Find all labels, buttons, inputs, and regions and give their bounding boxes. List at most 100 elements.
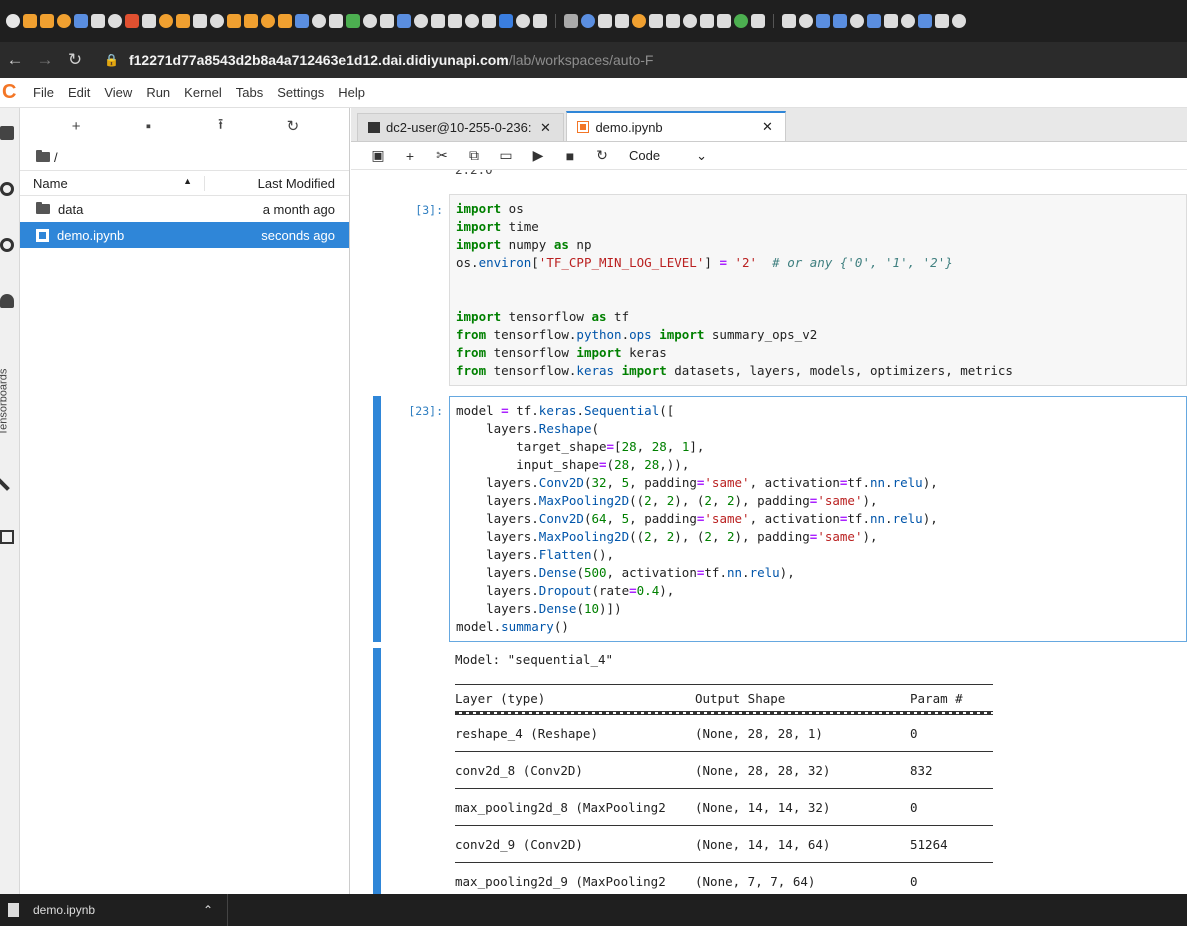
close-icon[interactable]: ✕ xyxy=(537,120,553,136)
refresh-icon[interactable]: ↻ xyxy=(273,117,313,135)
browser-tab-favicon-icon[interactable] xyxy=(850,14,864,28)
browser-tab-favicon-icon[interactable] xyxy=(935,14,949,28)
column-last-modified[interactable]: Last Modified xyxy=(205,176,349,191)
browser-tab-favicon-icon[interactable] xyxy=(564,14,578,28)
browser-tab-favicon-icon[interactable] xyxy=(91,14,105,28)
browser-tab-favicon-icon[interactable] xyxy=(833,14,847,28)
browser-tab-favicon-icon[interactable] xyxy=(533,14,547,28)
forward-icon[interactable]: → xyxy=(30,50,60,70)
browser-tab-favicon-icon[interactable] xyxy=(734,14,748,28)
browser-tab-favicon-icon[interactable] xyxy=(782,14,796,28)
tab-notebook[interactable]: demo.ipynb ✕ xyxy=(566,111,787,141)
wrench-icon[interactable] xyxy=(0,471,17,491)
browser-tab-favicon-icon[interactable] xyxy=(363,14,377,28)
browser-tab-favicon-icon[interactable] xyxy=(884,14,898,28)
file-row[interactable]: demo.ipynb seconds ago xyxy=(20,222,349,248)
tensorboards-tab[interactable]: Tensorboards xyxy=(0,369,9,436)
breadcrumb-path[interactable]: / xyxy=(54,150,58,165)
cell-type-select[interactable]: Code ⌄ xyxy=(629,148,707,164)
browser-tab-favicon-icon[interactable] xyxy=(431,14,445,28)
folder-icon[interactable] xyxy=(0,126,14,140)
column-name[interactable]: Name ▲ xyxy=(20,175,205,191)
browser-tab-favicon-icon[interactable] xyxy=(346,14,360,28)
code-cell[interactable]: import os import time import numpy as np… xyxy=(449,194,1187,386)
tab-terminal[interactable]: dc2-user@10-255-0-236: ✕ xyxy=(357,113,565,141)
browser-tab-favicon-icon[interactable] xyxy=(261,14,275,28)
browser-tab-favicon-icon[interactable] xyxy=(867,14,881,28)
browser-tab-favicon-icon[interactable] xyxy=(615,14,629,28)
running-icon[interactable] xyxy=(0,182,14,196)
browser-tab-favicon-icon[interactable] xyxy=(465,14,479,28)
browser-tab-favicon-icon[interactable] xyxy=(193,14,207,28)
menu-kernel[interactable]: Kernel xyxy=(177,85,229,100)
browser-tab-favicon-icon[interactable] xyxy=(397,14,411,28)
output-collapser[interactable] xyxy=(373,648,381,894)
cell-collapser[interactable] xyxy=(373,396,381,642)
browser-tab-favicon-icon[interactable] xyxy=(414,14,428,28)
browser-tab-favicon-icon[interactable] xyxy=(74,14,88,28)
cut-icon[interactable]: ✂ xyxy=(429,147,455,164)
new-folder-icon[interactable]: ▪ xyxy=(128,118,168,135)
browser-tab-favicon-icon[interactable] xyxy=(918,14,932,28)
browser-tab-favicon-icon[interactable] xyxy=(952,14,966,28)
browser-tab-favicon-icon[interactable] xyxy=(666,14,680,28)
upload-icon[interactable]: ⭱ xyxy=(201,114,241,139)
browser-tab-favicon-icon[interactable] xyxy=(581,14,595,28)
close-icon[interactable]: ✕ xyxy=(759,119,775,135)
tabs-icon[interactable] xyxy=(0,530,14,544)
file-row[interactable]: data a month ago xyxy=(20,196,349,222)
browser-tab-favicon-icon[interactable] xyxy=(244,14,258,28)
back-icon[interactable]: ← xyxy=(0,50,30,70)
menu-help[interactable]: Help xyxy=(331,85,372,100)
browser-tab-favicon-icon[interactable] xyxy=(210,14,224,28)
browser-tab-favicon-icon[interactable] xyxy=(751,14,765,28)
browser-tab-favicon-icon[interactable] xyxy=(516,14,530,28)
browser-tab-favicon-icon[interactable] xyxy=(176,14,190,28)
browser-tab-favicon-icon[interactable] xyxy=(295,14,309,28)
new-launcher-icon[interactable]: + xyxy=(56,118,96,135)
menu-run[interactable]: Run xyxy=(139,85,177,100)
browser-tab-favicon-icon[interactable] xyxy=(700,14,714,28)
browser-tab-favicon-icon[interactable] xyxy=(901,14,915,28)
browser-tab-favicon-icon[interactable] xyxy=(108,14,122,28)
browser-tab-favicon-icon[interactable] xyxy=(23,14,37,28)
browser-tab-favicon-icon[interactable] xyxy=(816,14,830,28)
browser-tab-favicon-icon[interactable] xyxy=(40,14,54,28)
menu-tabs[interactable]: Tabs xyxy=(229,85,270,100)
chevron-up-icon[interactable]: ⌃ xyxy=(203,903,213,917)
save-icon[interactable]: ▣ xyxy=(365,147,391,164)
browser-tab-favicon-icon[interactable] xyxy=(448,14,462,28)
browser-tab-favicon-icon[interactable] xyxy=(6,14,20,28)
code-cell[interactable]: model = tf.keras.Sequential([ layers.Res… xyxy=(449,396,1187,642)
browser-tab-favicon-icon[interactable] xyxy=(683,14,697,28)
commands-icon[interactable] xyxy=(0,238,14,252)
browser-tab-favicon-icon[interactable] xyxy=(125,14,139,28)
browser-tab-favicon-icon[interactable] xyxy=(380,14,394,28)
menu-file[interactable]: File xyxy=(26,85,61,100)
browser-tab-favicon-icon[interactable] xyxy=(312,14,326,28)
url-field[interactable]: 🔒 f12271d77a8543d2b8a4a712463e1d12.dai.d… xyxy=(104,52,653,68)
browser-tab-favicon-icon[interactable] xyxy=(799,14,813,28)
run-icon[interactable]: ▶ xyxy=(525,147,551,164)
reload-icon[interactable]: ↻ xyxy=(60,50,90,70)
palette-icon[interactable] xyxy=(0,294,14,308)
copy-icon[interactable]: ⧉ xyxy=(461,147,487,164)
menu-settings[interactable]: Settings xyxy=(270,85,331,100)
browser-tab-favicon-icon[interactable] xyxy=(329,14,343,28)
browser-tab-favicon-icon[interactable] xyxy=(159,14,173,28)
stop-icon[interactable]: ■ xyxy=(557,148,583,164)
download-item[interactable]: demo.ipynb ⌃ xyxy=(0,894,228,926)
insert-cell-icon[interactable]: + xyxy=(397,148,423,164)
browser-tab-favicon-icon[interactable] xyxy=(57,14,71,28)
browser-tab-favicon-icon[interactable] xyxy=(632,14,646,28)
browser-tab-favicon-icon[interactable] xyxy=(278,14,292,28)
restart-icon[interactable]: ↻ xyxy=(589,147,615,164)
browser-tab-favicon-icon[interactable] xyxy=(227,14,241,28)
paste-icon[interactable]: ▭ xyxy=(493,147,519,164)
browser-tab-favicon-icon[interactable] xyxy=(598,14,612,28)
menu-view[interactable]: View xyxy=(97,85,139,100)
browser-tab-favicon-icon[interactable] xyxy=(482,14,496,28)
folder-icon[interactable] xyxy=(36,150,50,162)
menu-edit[interactable]: Edit xyxy=(61,85,97,100)
browser-tab-favicon-icon[interactable] xyxy=(142,14,156,28)
